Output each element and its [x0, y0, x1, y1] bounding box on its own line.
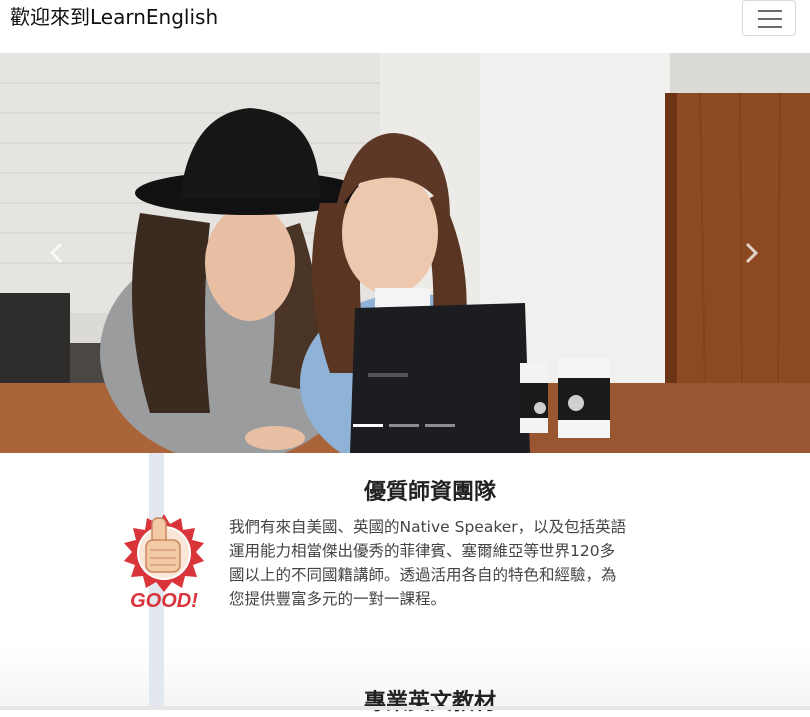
- chevron-right-icon: [745, 242, 759, 264]
- features-section: GOOD! 優質師資團隊 我們有來自美國、英國的Native Speaker，以…: [0, 453, 810, 715]
- hamburger-menu-icon-bar: [758, 18, 782, 20]
- carousel-next-button[interactable]: [732, 233, 772, 273]
- feature-title-materials: 專業英文教材: [363, 690, 496, 715]
- carousel-indicator-3[interactable]: [425, 424, 455, 427]
- navbar: 歡迎來到LearnEnglish: [0, 0, 810, 53]
- hamburger-menu-icon-bar: [758, 26, 782, 28]
- carousel-indicators: [353, 424, 455, 427]
- carousel-prev-button[interactable]: [36, 233, 76, 273]
- thumbs-up-icon: GOOD!: [124, 514, 204, 612]
- hero-carousel[interactable]: [0, 53, 810, 453]
- feature-text-teachers: 我們有來自美國、英國的Native Speaker，以及包括英語運用能力相當傑出…: [229, 518, 627, 608]
- carousel-indicator-2[interactable]: [389, 424, 419, 427]
- hamburger-menu-icon: [758, 10, 782, 12]
- carousel-indicator-1[interactable]: [353, 424, 383, 427]
- menu-toggle-button[interactable]: [742, 0, 796, 36]
- good-badge-text: GOOD!: [130, 590, 198, 612]
- carousel-slide-image: [0, 53, 810, 453]
- feature-title-teachers: 優質師資團隊: [363, 480, 496, 505]
- chevron-left-icon: [49, 242, 63, 264]
- brand-title[interactable]: 歡迎來到LearnEnglish: [10, 5, 218, 29]
- window-bottom-edge: [0, 706, 810, 710]
